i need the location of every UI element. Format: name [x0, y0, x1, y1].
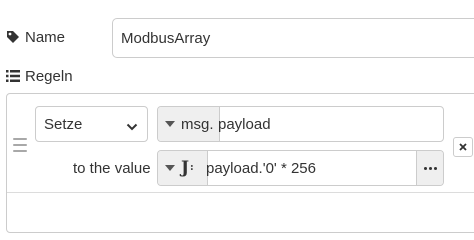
rule-action-select[interactable]: Setze — [35, 106, 148, 142]
target-property-input[interactable]: msg. payload — [157, 106, 444, 142]
name-input[interactable]: ModbusArray — [112, 18, 474, 58]
value-type-button[interactable]: J: — [158, 151, 208, 185]
jsonata-icon: J: — [181, 157, 194, 178]
rules-label-text: Regeln — [25, 67, 73, 85]
expand-editor-button[interactable] — [416, 151, 443, 185]
name-label-text: Name — [25, 28, 66, 46]
rule-action-value: Setze — [44, 115, 83, 133]
rule-divider — [7, 192, 474, 193]
delete-rule-button[interactable] — [453, 137, 473, 157]
caret-down-icon — [165, 121, 175, 127]
name-label: Name — [6, 27, 65, 47]
tag-icon — [6, 30, 20, 44]
name-input-value: ModbusArray — [121, 29, 211, 47]
rules-label: Regeln — [6, 66, 73, 86]
target-type-button[interactable]: msg. — [158, 107, 220, 141]
value-input-value: payload.'0' * 256 — [206, 159, 316, 177]
caret-down-icon — [165, 165, 175, 171]
chevron-down-icon — [126, 119, 138, 131]
drag-handle[interactable] — [13, 138, 27, 152]
target-property-value: payload — [218, 115, 271, 133]
close-icon — [459, 138, 467, 156]
list-icon — [6, 70, 20, 82]
value-input[interactable]: J: payload.'0' * 256 — [157, 150, 444, 186]
target-type-label: msg. — [181, 115, 214, 133]
to-value-label: to the value — [73, 159, 151, 177]
